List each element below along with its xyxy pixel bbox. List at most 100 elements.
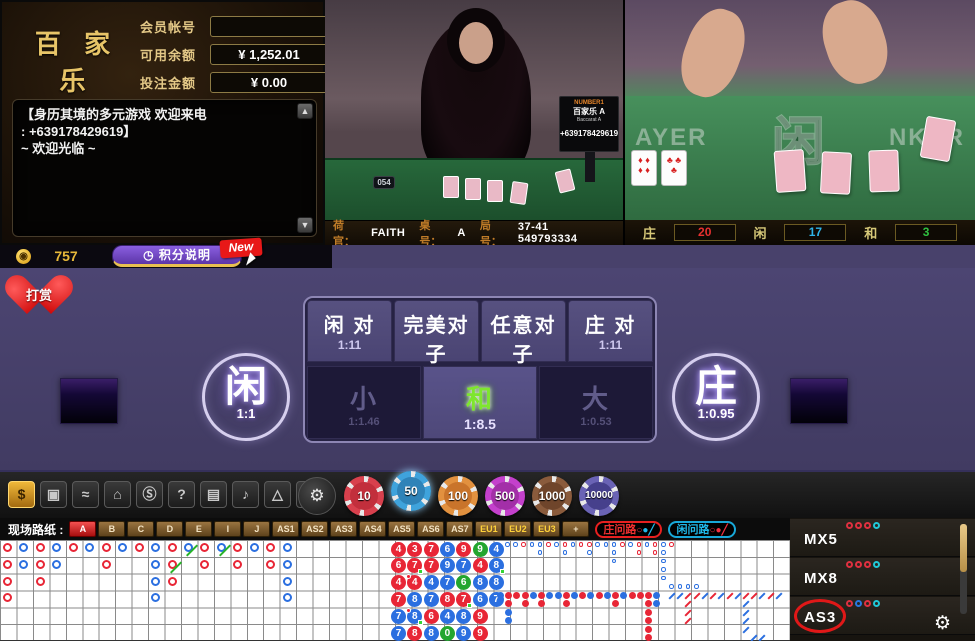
road-tab-C[interactable]: C [127,521,154,537]
cockroach-road-cell [685,618,692,625]
limit-icon[interactable]: △ [264,481,291,508]
big-road-cell [233,560,242,569]
banker-card-slot [790,378,848,424]
big-road-cell [85,543,94,552]
big-eye-road-cell [595,542,600,547]
road-tab-B[interactable]: B [98,521,125,537]
roadmap-label: 现场路纸 : [0,521,69,538]
chat-scroll-up-icon[interactable]: ▲ [297,103,313,119]
road-tab-A[interactable]: A [69,521,96,537]
chip-500[interactable]: 500 [485,476,525,516]
cockroach-road-cell [726,592,733,599]
big-road-cell [184,543,193,552]
side-bet-3[interactable]: 任意对子1:5 [481,300,566,362]
tie-mark [186,544,198,556]
side-bet-4[interactable]: 庄 对1:11 [568,300,653,362]
account-panel: 百 家 乐 BACCARAT 会员帐号 可用余额 ¥ 1,252.01 投注金额… [0,0,325,245]
mid-bets-row: 小1:1.46和1:8.5大1:0.53 [307,366,653,439]
big-road-cell [135,543,144,552]
road-tab-EU2[interactable]: EU2 [504,521,531,537]
big-road-cell [217,543,226,552]
bead-road-cell: 9 [473,542,488,557]
big-road-cell [200,543,209,552]
help-icon[interactable]: ? [168,481,195,508]
video-icon[interactable]: ▣ [40,481,67,508]
banker-bet-spot[interactable]: 庄 1:0.95 [672,353,760,441]
small-road-cell [505,609,512,616]
bet-odds: 1:11 [569,338,652,352]
ask-road-label: 庄问路 [603,524,636,536]
cockroach-road-cell [759,634,766,641]
road-tab-AS4[interactable]: AS4 [359,521,386,537]
cashier-icon[interactable]: Ⓢ [136,481,163,508]
mid-bet-3[interactable]: 大1:0.53 [539,366,653,439]
big-road-cell [102,560,111,569]
big-eye-road-cell [513,542,518,547]
big-eye-road-cell [628,542,633,547]
big-road-cell [168,543,177,552]
settings-gear-icon[interactable]: ⚙ [934,612,951,635]
player-bet-spot[interactable]: 闲 1:1 [202,353,290,441]
bead-road-cell: 7 [424,592,439,607]
big-eye-road-cell [604,542,609,547]
dealer-video-feed: NUMBER1 百家乐 A Baccarat A +639178429619 0… [325,0,623,220]
chip-10000[interactable]: 10000 [579,476,619,516]
player-pair-mark [467,603,472,608]
road-tab-AS7[interactable]: AS7 [446,521,473,537]
bead-road-cell: 4 [489,542,504,557]
result-dot [873,600,880,607]
road-tab-I[interactable]: I [214,521,241,537]
tip-dealer-button[interactable]: 打赏 [16,276,62,318]
chip-100[interactable]: 100 [438,476,478,516]
bead-road-cell: 8 [489,575,504,590]
side-bet-2[interactable]: 完美对子1:22 [394,300,479,362]
bead-road-cell: 4 [407,575,422,590]
side-bet-1[interactable]: 闲 对1:11 [307,300,392,362]
bead-road-cell: 6 [440,542,455,557]
mid-bet-1[interactable]: 小1:1.46 [307,366,421,439]
small-road-cell [522,592,529,599]
road-tab-J[interactable]: J [243,521,270,537]
cockroach-road-cell [718,592,725,599]
big-eye-road-cell [678,584,683,589]
mid-bet-2[interactable]: 和1:8.5 [423,366,537,439]
cockroach-road-cell [767,592,774,599]
road-tab-AS6[interactable]: AS6 [417,521,444,537]
face-up-card: ♦ ♦♦ ♦ [631,150,657,186]
small-road-cell [538,592,545,599]
music-icon[interactable]: ♪ [232,481,259,508]
big-eye-road-cell [653,550,658,555]
table-list-item-MX8[interactable]: MX8 [790,558,975,596]
balance-value: ¥ 1,252.01 [210,44,328,65]
road-tab-AS2[interactable]: AS2 [301,521,328,537]
chip-value: 500 [491,482,519,510]
chip-50[interactable]: 50 [391,471,431,511]
road-tab-+[interactable]: + [562,521,589,537]
recent-results-dots [846,600,880,607]
big-eye-road-cell [653,542,658,547]
bead-road-cell: 4 [424,575,439,590]
small-road-cell [587,592,594,599]
chip-10[interactable]: 10 [344,476,384,516]
table-list-item-MX5[interactable]: MX5 [790,519,975,557]
road-tab-EU1[interactable]: EU1 [475,521,502,537]
table-list-scrollbar[interactable] [960,524,967,614]
result-dot [864,522,871,529]
lobby-icon[interactable]: ⌂ [104,481,131,508]
signal-icon[interactable]: ≈ [72,481,99,508]
road-tab-AS1[interactable]: AS1 [272,521,299,537]
ask-banker-road-button[interactable]: 庄问路○●╱ [595,521,662,538]
road-tab-AS5[interactable]: AS5 [388,521,415,537]
road-tab-D[interactable]: D [156,521,183,537]
road-tab-E[interactable]: E [185,521,212,537]
scrollbar-thumb[interactable] [960,524,967,572]
tip-box-icon[interactable]: $ [8,481,35,508]
report-icon[interactable]: ▤ [200,481,227,508]
chip-1000[interactable]: 1000 [532,476,572,516]
road-tab-AS3[interactable]: AS3 [330,521,357,537]
ask-player-road-button[interactable]: 闲问路○●╱ [668,521,735,538]
small-road-cell [645,626,652,633]
chat-scroll-down-icon[interactable]: ▼ [297,217,313,233]
road-tab-EU3[interactable]: EU3 [533,521,560,537]
chip-settings-button[interactable]: ⚙ [298,477,336,515]
